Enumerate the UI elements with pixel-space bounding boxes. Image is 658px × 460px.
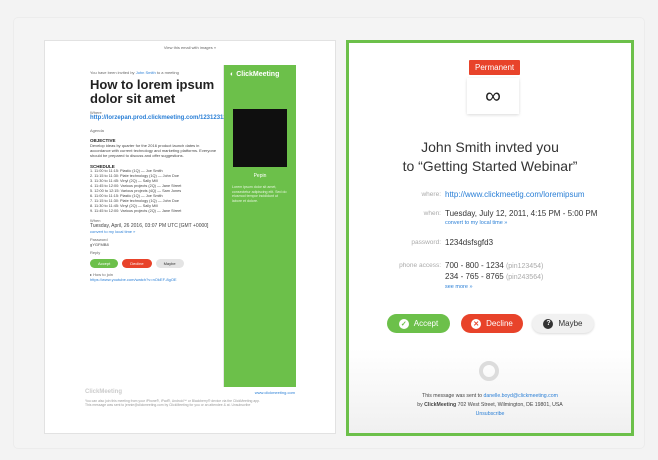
mini-sidebar: ◐ ClickMeeting Pepin Lorem ipsum dolor s… — [224, 65, 296, 387]
objective-text: Develop ideas by quarter for the 2016 pr… — [90, 143, 217, 159]
permanent-badge: Permanent — [469, 60, 521, 75]
video-link[interactable]: https://www.youtube.com/watch?v=nOkEF-8g… — [90, 277, 217, 282]
presenter-photo — [233, 109, 287, 167]
q-logo-icon: ◐ — [230, 71, 235, 78]
mini-title: How to lorem ipsum dolor sit amet — [90, 77, 215, 106]
phone-label: phone access: — [399, 262, 441, 269]
footer-site-link[interactable]: www.clickmeeting.com — [255, 390, 295, 395]
invitation-headline: John Smith invted you to “Getting Starte… — [349, 138, 631, 176]
invitation-card: Permanent ∞ John Smith invted you to “Ge… — [346, 40, 634, 436]
phone-number-2: 234 - 765 - 8765 (pin243564) — [445, 272, 544, 281]
mini-maybe-button[interactable]: Maybe — [155, 258, 184, 268]
mini-accept-button[interactable]: Accept — [90, 258, 119, 268]
password-value: 1234dsfsgfd3 — [445, 238, 494, 247]
infinity-icon: ∞ — [467, 78, 519, 114]
agenda-label: Agenda — [90, 128, 104, 133]
where-label: where: — [421, 191, 441, 198]
unsubscribe-link[interactable]: Unsubscribe — [349, 411, 631, 417]
presenter-name: Pepin — [253, 173, 267, 179]
when-value: Tuesday, July 12, 2011, 4:15 PM - 5:00 P… — [445, 209, 598, 218]
see-more-link[interactable]: see more » — [445, 284, 473, 290]
where-link[interactable]: http://www.clickmeetig.com/loremipsum — [445, 190, 585, 199]
footer-line-1: This message was sent to danelle.boyd@cl… — [422, 393, 558, 399]
email-preview-card: View this email with images » You have b… — [44, 40, 336, 434]
footer-line-2: by ClickMeeting 702 West Street, Wilming… — [417, 402, 563, 408]
convert-time-link[interactable]: convert to my local time » — [90, 229, 217, 234]
presenter-bio: Lorem ipsum dolor sit amet, consectetur … — [232, 185, 287, 203]
when-label: when: — [423, 210, 441, 217]
phone-number-1: 700 - 800 - 1234 (pin123454) — [445, 261, 544, 270]
reply-label: Reply — [90, 249, 101, 255]
accept-button[interactable]: ✓ Accept — [387, 314, 450, 333]
headline-line-2: to “Getting Started Webinar” — [402, 158, 578, 174]
accept-label: Accept — [413, 319, 439, 328]
x-icon: ✕ — [471, 318, 482, 329]
when-value: Tuesday, April, 26 2016, 03:07 PM UTC [G… — [90, 222, 209, 229]
mini-reply-buttons: Accept Decline Maybe — [90, 258, 217, 268]
clickmeeting-q-icon — [479, 361, 499, 381]
decline-label: Decline — [486, 319, 513, 328]
mini-email: You have been invited by John Smith to a… — [84, 65, 296, 387]
mini-decline-button[interactable]: Decline — [122, 258, 152, 268]
clickmeeting-logo: ◐ ClickMeeting — [230, 71, 280, 78]
invite-note: You have been invited by John Smith to a… — [90, 70, 179, 75]
mini-email-body: You have been invited by John Smith to a… — [84, 65, 230, 387]
headline-line-1: John Smith invted you — [421, 139, 559, 155]
maybe-button[interactable]: ? Maybe — [532, 314, 594, 333]
decline-button[interactable]: ✕ Decline — [461, 314, 523, 333]
schedule-item: 9. 11:45 to 12:00: Various projects (2Q)… — [90, 208, 182, 213]
check-icon: ✓ — [398, 318, 409, 329]
view-with-images-link[interactable]: View this email with images » — [45, 45, 335, 50]
convert-time-link[interactable]: convert to my local time » — [445, 220, 507, 226]
question-icon: ? — [543, 318, 554, 329]
footer-email-link[interactable]: danelle.boyd@clickmeeting.com — [483, 393, 557, 399]
maybe-label: Maybe — [558, 319, 583, 328]
password-value: gYGFMB8 — [90, 241, 109, 247]
password-label: password: — [411, 239, 441, 246]
footer-logo: ClickMeeting — [85, 389, 123, 395]
where-link[interactable]: http://lorzepan.prod.clickmeeting.com/12… — [90, 115, 230, 122]
mini-footer: ClickMeeting www.clickmeeting.com You ca… — [85, 389, 295, 407]
footer-line-2: This message was sent to jennie@clickmee… — [85, 403, 251, 408]
schedule-list: 1. 11:00 to 11:15: Plastic (1Q) — Joe Sm… — [90, 169, 217, 214]
